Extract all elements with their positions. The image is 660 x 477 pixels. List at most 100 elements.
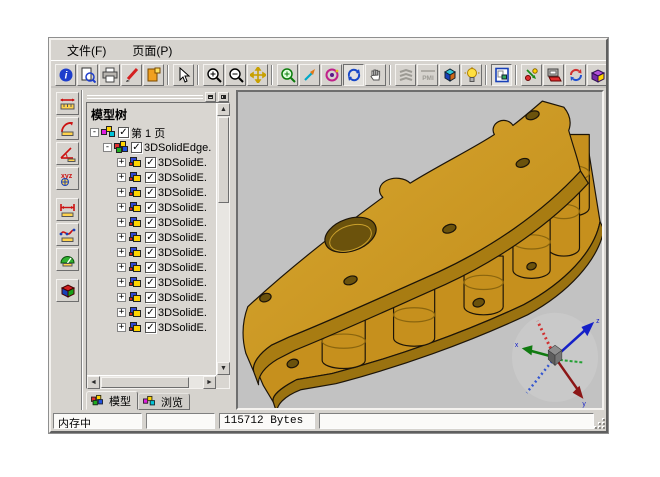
tree-horizontal-scrollbar[interactable]: ◄ ► bbox=[87, 375, 216, 388]
hand-pan-button[interactable] bbox=[365, 64, 386, 86]
tree-row: + ✓3DSolidE. bbox=[87, 155, 215, 170]
pmi-button[interactable]: PMI bbox=[417, 64, 438, 86]
zoom-in-button[interactable] bbox=[203, 64, 224, 86]
coord-xyz-button[interactable]: xyz bbox=[56, 167, 79, 190]
tab-model[interactable]: 模型 bbox=[86, 391, 138, 410]
tree-checkbox[interactable]: ✓ bbox=[145, 247, 156, 258]
refresh-button[interactable] bbox=[343, 64, 364, 86]
tree-checkbox[interactable]: ✓ bbox=[145, 262, 156, 273]
tree-checkbox[interactable]: ✓ bbox=[145, 157, 156, 168]
tree-item-label[interactable]: 3DSolidE. bbox=[158, 247, 207, 259]
tree-vertical-scrollbar[interactable]: ▲ ▼ bbox=[216, 103, 229, 375]
zoom-window-button[interactable] bbox=[277, 64, 298, 86]
tree-item-label[interactable]: 3DSolidE. bbox=[158, 277, 207, 289]
measure-solid-button[interactable] bbox=[56, 279, 79, 302]
tab-browse[interactable]: 浏览 bbox=[138, 393, 190, 410]
tree-checkbox[interactable]: ✓ bbox=[145, 307, 156, 318]
scroll-up-icon[interactable]: ▲ bbox=[217, 103, 230, 116]
viewport-3d[interactable]: z x y bbox=[236, 90, 604, 410]
tree-expand-toggle[interactable]: + bbox=[117, 293, 126, 302]
tree-item-label[interactable]: 3DSolidE. bbox=[158, 292, 207, 304]
pan-icon bbox=[250, 67, 266, 83]
pan-button[interactable] bbox=[247, 64, 268, 86]
tree-expand-toggle[interactable]: + bbox=[117, 203, 126, 212]
tree-expand-toggle[interactable]: + bbox=[117, 323, 126, 332]
light-button[interactable] bbox=[461, 64, 482, 86]
tree-expand-toggle[interactable]: + bbox=[117, 218, 126, 227]
annotate-pen-button[interactable] bbox=[121, 64, 142, 86]
curve-measure-button[interactable] bbox=[56, 223, 79, 246]
gauge-button[interactable] bbox=[56, 248, 79, 271]
tree-expand-toggle[interactable]: - bbox=[103, 143, 112, 152]
tree-checkbox[interactable]: ✓ bbox=[145, 172, 156, 183]
menu-file[interactable]: 文件(F) bbox=[61, 41, 112, 60]
solid-cube-icon bbox=[128, 156, 143, 169]
tree-item-label[interactable]: 3DSolidE. bbox=[158, 187, 207, 199]
panel-grip[interactable] bbox=[86, 91, 230, 102]
tree-checkbox[interactable]: ✓ bbox=[145, 187, 156, 198]
tree-item-label[interactable]: 第 1 页 bbox=[131, 125, 165, 141]
tree-item-label[interactable]: 3DSolidE. bbox=[158, 232, 207, 244]
tree-expand-toggle[interactable]: + bbox=[117, 248, 126, 257]
tree-expand-toggle[interactable]: + bbox=[117, 233, 126, 242]
status-panel-4 bbox=[319, 413, 594, 429]
tree-expand-toggle[interactable]: + bbox=[117, 278, 126, 287]
document-edit-button[interactable] bbox=[143, 64, 164, 86]
rotate-view-button[interactable] bbox=[321, 64, 342, 86]
tree-item-label[interactable]: 3DSolidE. bbox=[158, 202, 207, 214]
panel-maximize-button[interactable] bbox=[205, 92, 216, 102]
tree-expand-toggle[interactable]: + bbox=[117, 158, 126, 167]
update-button[interactable] bbox=[565, 64, 586, 86]
tree-checkbox[interactable]: ✓ bbox=[145, 277, 156, 288]
dim-linear-button[interactable] bbox=[56, 92, 79, 115]
solid-cube-icon bbox=[128, 186, 143, 199]
page-frame-button[interactable] bbox=[491, 64, 512, 86]
dim-angle-button[interactable] bbox=[56, 142, 79, 165]
info-button[interactable]: i bbox=[55, 64, 76, 86]
cube-view-button[interactable] bbox=[439, 64, 460, 86]
zoom-dynamic-button[interactable] bbox=[299, 64, 320, 86]
layers-button[interactable] bbox=[395, 64, 416, 86]
tree-item-label[interactable]: 3DSolidE. bbox=[158, 217, 207, 229]
tree-item-label[interactable]: 3DSolidEdge. bbox=[144, 142, 211, 154]
print-preview-button[interactable] bbox=[77, 64, 98, 86]
update-icon bbox=[568, 67, 584, 83]
tree-expand-toggle[interactable]: - bbox=[90, 128, 99, 137]
resize-grip-icon[interactable] bbox=[594, 418, 605, 429]
tree-item-label[interactable]: 3DSolidE. bbox=[158, 322, 207, 334]
tree-expand-toggle[interactable]: + bbox=[117, 173, 126, 182]
tree-checkbox[interactable]: ✓ bbox=[118, 127, 129, 138]
grip-lines-icon bbox=[87, 95, 203, 99]
tree-item-label[interactable]: 3DSolidE. bbox=[158, 262, 207, 274]
tree-checkbox[interactable]: ✓ bbox=[131, 142, 142, 153]
svg-text:PMI: PMI bbox=[422, 75, 434, 82]
scroll-right-icon[interactable]: ► bbox=[203, 376, 216, 389]
tree-title: 模型树 bbox=[87, 103, 229, 125]
select-cursor-button[interactable] bbox=[173, 64, 194, 86]
dim-distance-button[interactable] bbox=[56, 198, 79, 221]
toolbar-separator bbox=[167, 65, 169, 85]
export-cube-button[interactable] bbox=[587, 64, 606, 86]
tree-checkbox[interactable]: ✓ bbox=[145, 202, 156, 213]
tree-expand-toggle[interactable]: + bbox=[117, 188, 126, 197]
transform-button[interactable] bbox=[521, 64, 542, 86]
scroll-thumb[interactable] bbox=[218, 117, 229, 203]
scroll-left-icon[interactable]: ◄ bbox=[87, 376, 100, 389]
scroll-down-icon[interactable]: ▼ bbox=[217, 362, 230, 375]
tree-expand-toggle[interactable]: + bbox=[117, 308, 126, 317]
tree-item-label[interactable]: 3DSolidE. bbox=[158, 172, 207, 184]
dim-radius-button[interactable] bbox=[56, 117, 79, 140]
tree-checkbox[interactable]: ✓ bbox=[145, 292, 156, 303]
tree-item-label[interactable]: 3DSolidE. bbox=[158, 157, 207, 169]
print-button[interactable] bbox=[99, 64, 120, 86]
panel-dock-button[interactable] bbox=[218, 92, 229, 102]
tree-item-label[interactable]: 3DSolidE. bbox=[158, 307, 207, 319]
zoom-out-button[interactable] bbox=[225, 64, 246, 86]
tree-checkbox[interactable]: ✓ bbox=[145, 217, 156, 228]
tree-checkbox[interactable]: ✓ bbox=[145, 322, 156, 333]
menu-page[interactable]: 页面(P) bbox=[126, 41, 178, 60]
scroll-thumb[interactable] bbox=[101, 377, 189, 388]
tree-expand-toggle[interactable]: + bbox=[117, 263, 126, 272]
print-3d-button[interactable] bbox=[543, 64, 564, 86]
tree-checkbox[interactable]: ✓ bbox=[145, 232, 156, 243]
